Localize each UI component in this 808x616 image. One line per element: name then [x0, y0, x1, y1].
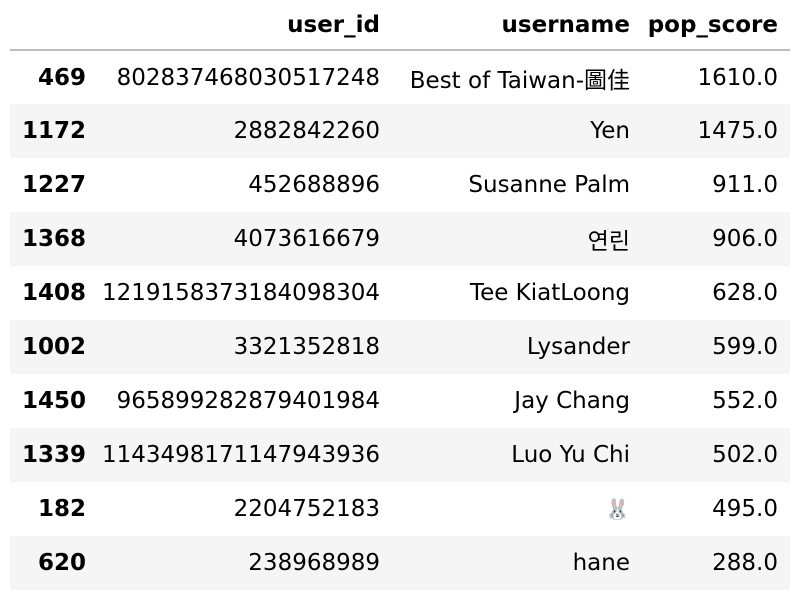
cell-username: hane	[572, 550, 630, 576]
column-header-user-id: user_id	[98, 0, 392, 51]
table-row: 1339 1143498171147943936 Luo Yu Chi 502.…	[10, 428, 790, 482]
cell-user-id: 802837468030517248	[116, 64, 380, 91]
dataframe-output: user_id username pop_score 469 802837468…	[10, 0, 790, 590]
table-row: 182 2204752183 🐰 495.0	[10, 482, 790, 536]
column-header-username: username	[392, 0, 642, 51]
cell-user-id: 4073616679	[233, 226, 380, 252]
cell-pop-score: 1610.0	[697, 64, 778, 91]
cell-user-id: 965899282879401984	[116, 388, 380, 414]
row-index: 469	[37, 64, 86, 91]
table-row: 620 238968989 hane 288.0	[10, 536, 790, 590]
cell-pop-score: 911.0	[712, 172, 778, 198]
cell-user-id: 3321352818	[233, 334, 380, 360]
header-row: user_id username pop_score	[10, 0, 790, 51]
table-row: 1450 965899282879401984 Jay Chang 552.0	[10, 374, 790, 428]
column-header-pop-score: pop_score	[642, 0, 790, 51]
cell-pop-score: 495.0	[712, 496, 778, 522]
cell-pop-score: 502.0	[712, 442, 778, 468]
cell-username: Luo Yu Chi	[511, 442, 630, 468]
cell-username: Lysander	[526, 334, 630, 360]
row-index: 1002	[21, 334, 86, 360]
cell-user-id: 1143498171147943936	[101, 442, 380, 468]
row-index: 1450	[21, 388, 86, 414]
row-index: 1368	[21, 226, 86, 252]
row-index: 1339	[21, 442, 86, 468]
table-header: user_id username pop_score	[10, 0, 790, 51]
cell-user-id: 1219158373184098304	[101, 280, 380, 306]
cell-pop-score: 1475.0	[697, 118, 778, 144]
row-index: 1227	[21, 172, 86, 198]
cell-user-id: 2204752183	[233, 496, 380, 522]
table-row: 469 802837468030517248 Best of Taiwan-圖佳…	[10, 50, 790, 104]
cell-username: Tee KiatLoong	[469, 280, 630, 306]
bunny-icon: 🐰	[605, 497, 630, 521]
cell-pop-score: 599.0	[712, 334, 778, 360]
cell-username: Jay Chang	[514, 388, 630, 414]
table-row: 1227 452688896 Susanne Palm 911.0	[10, 158, 790, 212]
cell-user-id: 2882842260	[233, 118, 380, 144]
table-row: 1368 4073616679 연린 906.0	[10, 212, 790, 266]
cell-pop-score: 552.0	[712, 388, 778, 414]
cell-username: 🐰	[392, 482, 642, 536]
table-body: 469 802837468030517248 Best of Taiwan-圖佳…	[10, 50, 790, 590]
row-index: 1408	[21, 280, 86, 306]
row-index: 620	[37, 550, 86, 576]
cell-pop-score: 906.0	[712, 226, 778, 252]
cell-username: Best of Taiwan-圖佳	[409, 67, 630, 94]
table-row: 1172 2882842260 Yen 1475.0	[10, 104, 790, 158]
cell-user-id: 238968989	[248, 550, 380, 576]
cell-username: Susanne Palm	[468, 172, 630, 198]
column-header-index	[10, 0, 98, 51]
dataframe-table: user_id username pop_score 469 802837468…	[10, 0, 790, 590]
row-index: 182	[37, 496, 86, 522]
table-row: 1408 1219158373184098304 Tee KiatLoong 6…	[10, 266, 790, 320]
table-row: 1002 3321352818 Lysander 599.0	[10, 320, 790, 374]
cell-username: Yen	[590, 118, 630, 144]
row-index: 1172	[21, 118, 86, 144]
cell-pop-score: 288.0	[712, 550, 778, 576]
cell-pop-score: 628.0	[712, 280, 778, 306]
cell-username: 연린	[587, 229, 630, 255]
cell-user-id: 452688896	[248, 172, 380, 198]
